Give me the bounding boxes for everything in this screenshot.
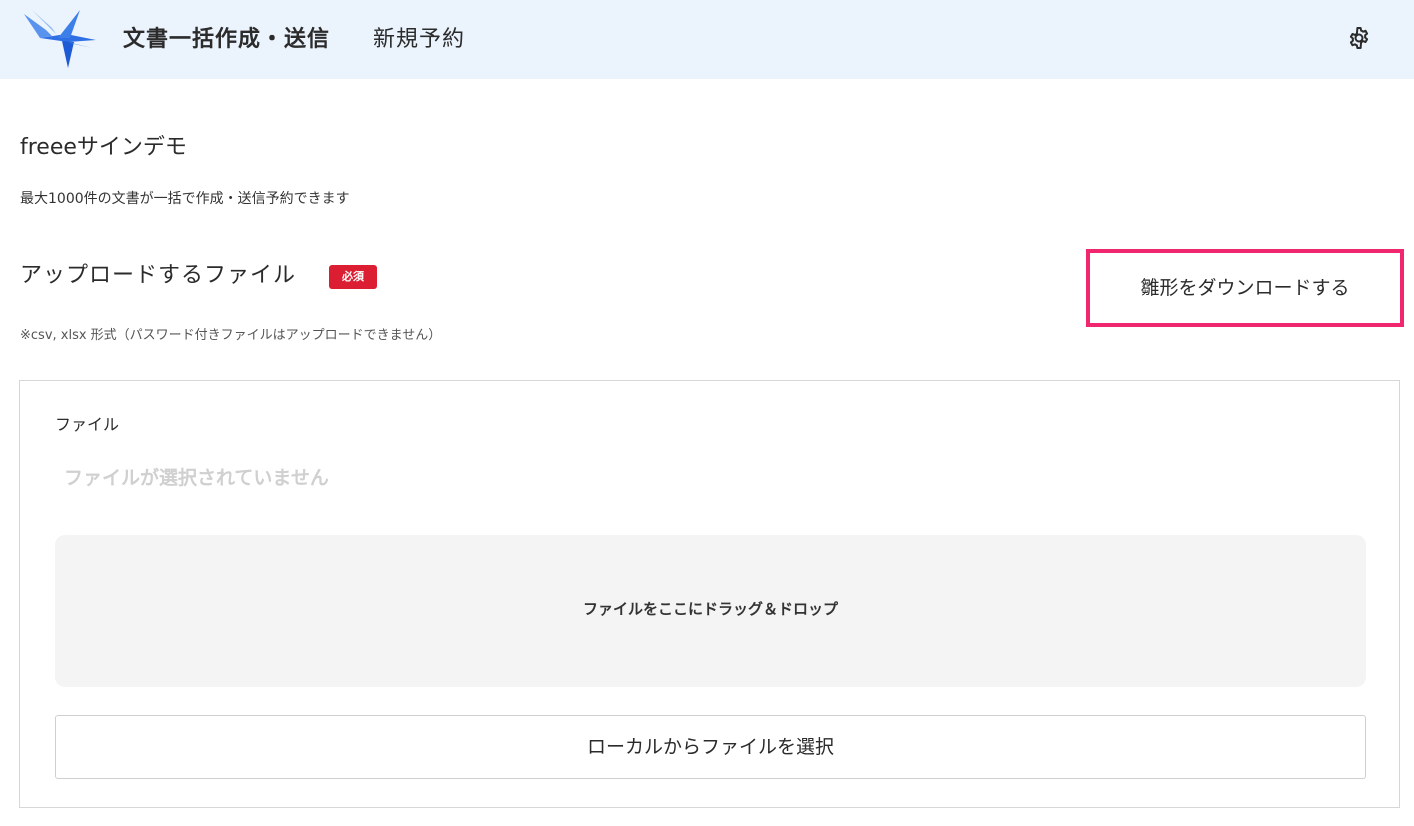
- gear-icon[interactable]: [1347, 26, 1371, 50]
- file-format-note: ※csv, xlsx 形式（パスワード付きファイルはアップロードできません）: [20, 328, 442, 343]
- template-download-button[interactable]: 雛形をダウンロードする: [1090, 253, 1400, 323]
- account-name: freeeサインデモ: [20, 135, 187, 160]
- no-file-selected-text: ファイルが選択されていません: [64, 467, 329, 489]
- page-subtitle: 新規予約: [373, 27, 466, 52]
- file-field-label: ファイル: [55, 415, 120, 434]
- select-local-file-button[interactable]: ローカルからファイルを選択: [55, 715, 1366, 779]
- page-title: 文書一括作成・送信: [123, 27, 331, 52]
- file-dropzone[interactable]: ファイルをここにドラッグ＆ドロップ: [55, 535, 1366, 687]
- swallow-logo-icon[interactable]: [22, 8, 98, 70]
- app-header: 文書一括作成・送信 新規予約: [0, 0, 1414, 79]
- required-badge: 必須: [329, 265, 377, 289]
- upload-section-title: アップロードするファイル: [20, 263, 297, 288]
- dropzone-text: ファイルをここにドラッグ＆ドロップ: [582, 600, 838, 618]
- upload-panel: ファイル ファイルが選択されていません ファイルをここにドラッグ＆ドロップ ロー…: [19, 380, 1400, 808]
- intro-description: 最大1000件の文書が一括で作成・送信予約できます: [20, 191, 350, 207]
